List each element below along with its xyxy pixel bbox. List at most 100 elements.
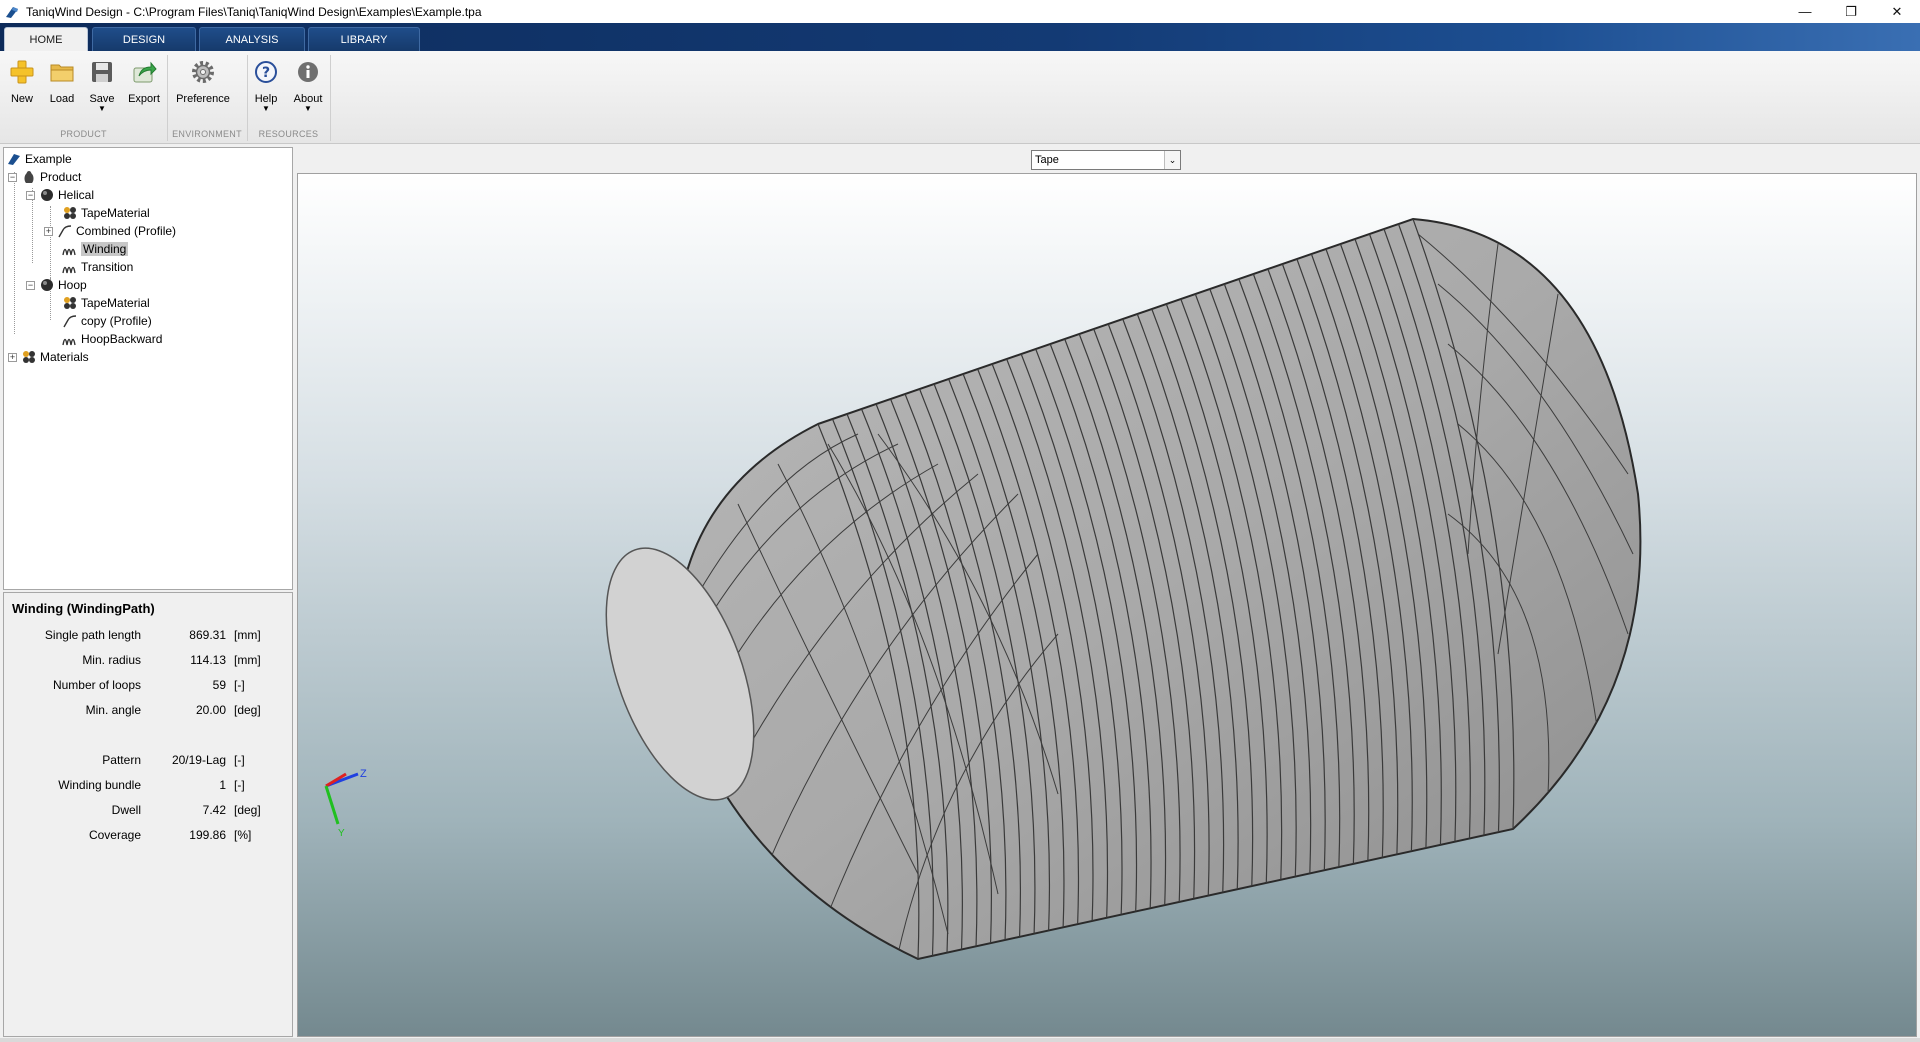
tree-item-label: Helical <box>58 188 95 202</box>
tree-item-label: Materials <box>40 350 89 364</box>
tree-item-helical-tapematerial[interactable]: TapeMaterial <box>62 204 150 222</box>
window-title: TaniqWind Design - C:\Program Files\Tani… <box>26 4 482 19</box>
property-value: 114.13 <box>190 653 226 667</box>
tree-item-hoopbackward[interactable]: HoopBackward <box>62 330 162 348</box>
properties-title: Winding (WindingPath) <box>12 601 155 616</box>
tab-analysis[interactable]: ANALYSIS <box>199 27 305 51</box>
display-mode-select[interactable]: Tape ⌄ <box>1031 150 1181 170</box>
winding-path-icon <box>62 241 78 257</box>
y-axis-label: Y <box>338 828 345 839</box>
property-unit: [deg] <box>234 803 261 817</box>
property-label: Min. radius <box>82 653 141 667</box>
app-logo-icon <box>6 6 18 18</box>
plus-icon <box>6 57 38 87</box>
status-strip <box>0 1038 1920 1042</box>
property-value: 59 <box>212 678 226 692</box>
property-unit: [deg] <box>234 703 261 717</box>
info-icon <box>292 57 324 87</box>
collapse-toggle[interactable]: − <box>26 190 35 200</box>
help-button[interactable]: ? Help ▼ <box>250 57 282 119</box>
tree-line <box>50 206 51 278</box>
ribbon-panel: New Load Save ▼ Export Preference ? Help… <box>0 51 1920 144</box>
property-value: 20/19-Lag <box>171 753 226 767</box>
tree-item-label: Example <box>25 152 72 166</box>
chevron-down-icon: ⌄ <box>1164 151 1180 169</box>
property-value: 20.00 <box>195 703 226 717</box>
tab-home[interactable]: HOME <box>4 27 88 51</box>
export-button[interactable]: Export <box>124 57 164 119</box>
group-label-environment: ENVIRONMENT <box>172 129 242 139</box>
property-value: 199.86 <box>189 828 226 842</box>
property-label: Pattern <box>102 753 141 767</box>
property-label: Coverage <box>88 828 141 842</box>
axis-triad: Z Y <box>324 768 367 839</box>
collapse-toggle[interactable]: − <box>8 172 17 182</box>
property-row: Pattern 20/19-Lag [-] <box>4 753 292 771</box>
restore-button[interactable]: ❐ <box>1828 0 1874 23</box>
tree-item-product[interactable]: − Product <box>8 168 81 186</box>
property-label: Min. angle <box>85 703 141 717</box>
property-label: Winding bundle <box>58 778 141 792</box>
tree-item-copy-profile[interactable]: copy (Profile) <box>62 312 152 330</box>
material-dots-icon <box>62 205 78 221</box>
property-label: Dwell <box>111 803 141 817</box>
property-value: 1 <box>219 778 226 792</box>
tree-item-transition[interactable]: Transition <box>62 258 133 276</box>
tree-item-label: Transition <box>81 260 134 274</box>
save-button[interactable]: Save ▼ <box>84 57 120 119</box>
tree-item-label: TapeMaterial <box>81 206 150 220</box>
vessel-body <box>674 217 1642 961</box>
tree-item-label: Product <box>40 170 82 184</box>
tree-item-hoop[interactable]: − Hoop <box>26 276 87 294</box>
property-row: Number of loops 59 [-] <box>4 678 292 696</box>
floppy-disk-icon <box>86 57 118 87</box>
expand-toggle[interactable]: + <box>44 226 53 236</box>
preference-button[interactable]: Preference <box>172 57 234 119</box>
tree-line <box>14 172 15 334</box>
about-button[interactable]: About ▼ <box>290 57 326 119</box>
tree-item-winding[interactable]: Winding <box>62 240 129 258</box>
property-unit: [-] <box>234 678 245 692</box>
layer-sphere-icon <box>39 277 55 293</box>
export-icon <box>128 57 160 87</box>
property-label: Single path length <box>44 628 141 642</box>
property-row: Coverage 199.86 [%] <box>4 828 292 846</box>
profile-curve-icon <box>57 223 73 239</box>
property-value: 7.42 <box>202 803 226 817</box>
property-unit: [-] <box>234 778 245 792</box>
tree-item-hoop-tapematerial[interactable]: TapeMaterial <box>62 294 150 312</box>
z-axis-label: Z <box>360 768 367 780</box>
y-axis-line <box>324 785 340 825</box>
tree-item-materials[interactable]: + Materials <box>8 348 89 366</box>
chevron-down-icon: ▼ <box>304 104 312 113</box>
project-icon <box>6 151 22 167</box>
material-dots-icon <box>62 295 78 311</box>
tree-item-label: Winding <box>81 242 129 256</box>
question-mark-icon: ? <box>250 57 282 87</box>
new-label: New <box>10 93 33 105</box>
display-mode-value: Tape <box>1035 154 1059 166</box>
property-row: Single path length 869.31 [mm] <box>4 628 292 646</box>
group-label-resources: RESOURCES <box>258 129 319 139</box>
tree-item-combined-profile[interactable]: + Combined (Profile) <box>44 222 176 240</box>
property-unit: [mm] <box>234 628 261 642</box>
property-unit: [%] <box>234 828 252 842</box>
property-unit: [-] <box>234 753 245 767</box>
property-value: 869.31 <box>189 628 226 642</box>
minimize-button[interactable]: — <box>1782 0 1828 23</box>
collapse-toggle[interactable]: − <box>26 280 35 290</box>
close-button[interactable]: ✕ <box>1874 0 1920 23</box>
ribbon-tab-bar: HOME DESIGN ANALYSIS LIBRARY <box>0 23 1920 51</box>
new-button[interactable]: New <box>4 57 40 119</box>
winding-path-icon <box>62 331 78 347</box>
3d-viewport[interactable]: Z Y <box>297 173 1917 1037</box>
tree-item-helical[interactable]: − Helical <box>26 186 94 204</box>
vessel-icon <box>21 169 37 185</box>
chevron-down-icon: ▼ <box>98 104 106 113</box>
tab-library[interactable]: LIBRARY <box>308 27 420 51</box>
tree-item-example[interactable]: Example <box>6 150 72 168</box>
expand-toggle[interactable]: + <box>8 352 17 362</box>
tab-design[interactable]: DESIGN <box>92 27 196 51</box>
load-button[interactable]: Load <box>44 57 80 119</box>
properties-panel: Winding (WindingPath) Single path length… <box>3 592 293 1037</box>
